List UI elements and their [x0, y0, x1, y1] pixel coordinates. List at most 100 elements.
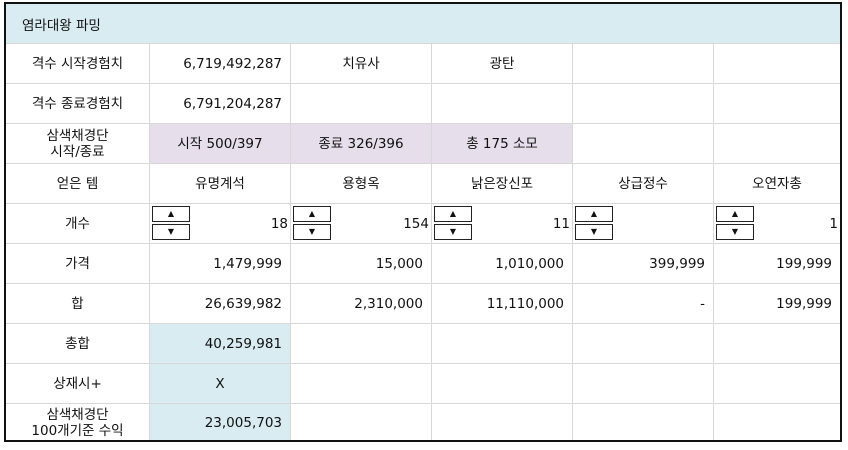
cell-empty[interactable] [573, 44, 714, 83]
label-price: 가격 [6, 244, 150, 283]
triangle-up-icon: ▲ [449, 209, 457, 218]
row-profit: 삼색채경단 100개기준 수익 23,005,703 [6, 404, 840, 440]
cell-empty[interactable] [573, 124, 714, 163]
label-dust-line1: 삼색채경단 [46, 127, 109, 144]
label-end-exp: 격수 종료경험치 [6, 84, 150, 123]
label-profit-line2: 100개기준 수익 [31, 423, 124, 439]
cell-empty[interactable] [291, 404, 432, 440]
row-start-exp: 격수 시작경험치 6,719,492,287 치유사 광탄 [6, 44, 840, 84]
triangle-up-icon: ▲ [308, 209, 316, 218]
price-value[interactable]: 1,479,999 [150, 244, 291, 283]
count-value[interactable]: 11 [553, 204, 570, 243]
spreadsheet: 염라대왕 파밍 격수 시작경험치 6,719,492,287 치유사 광탄 격수… [4, 2, 842, 442]
count-cell: ▲ ▼ 1 [714, 204, 840, 243]
spinner-down-button[interactable]: ▼ [152, 224, 190, 240]
triangle-down-icon: ▼ [590, 227, 598, 236]
cell-empty[interactable] [714, 404, 840, 440]
item-name[interactable]: 유명계석 [150, 164, 291, 203]
sheet-title: 염라대왕 파밍 [22, 17, 101, 34]
triangle-up-icon: ▲ [590, 209, 598, 218]
count-value[interactable]: 1 [829, 204, 838, 243]
triangle-up-icon: ▲ [167, 209, 175, 218]
title-row: 염라대왕 파밍 [6, 4, 840, 44]
item-name[interactable]: 오연자총 [714, 164, 840, 203]
spinner-down-button[interactable]: ▼ [575, 224, 613, 240]
cell-empty[interactable] [714, 124, 840, 163]
cell-empty[interactable] [291, 84, 432, 123]
spinner-up-button[interactable]: ▲ [293, 206, 331, 222]
cell-empty[interactable] [432, 364, 573, 403]
item-name[interactable]: 용형옥 [291, 164, 432, 203]
cell-empty[interactable] [714, 84, 840, 123]
label-items: 얻은 템 [6, 164, 150, 203]
label-count: 개수 [6, 204, 150, 243]
cell-light-bullet[interactable]: 광탄 [432, 44, 573, 83]
count-cell: ▲ ▼ 11 [432, 204, 573, 243]
spinner-down-button[interactable]: ▼ [293, 224, 331, 240]
price-value[interactable]: 1,010,000 [432, 244, 573, 283]
price-value[interactable]: 15,000 [291, 244, 432, 283]
dust-total[interactable]: 총 175 소모 [432, 124, 573, 163]
row-dust: 삼색채경단 시작/종료 시작 500/397 종료 326/396 총 175 … [6, 124, 840, 164]
count-value[interactable]: 18 [271, 204, 288, 243]
item-name[interactable]: 상급정수 [573, 164, 714, 203]
total-value[interactable]: 40,259,981 [150, 324, 291, 363]
spinner-up-button[interactable]: ▲ [152, 206, 190, 222]
cell-empty[interactable] [291, 324, 432, 363]
spinner-down-button[interactable]: ▼ [434, 224, 472, 240]
row-count: 개수 ▲ ▼ 18 ▲ ▼ 154 ▲ ▼ 11 ▲ ▼ ▲ ▼ 1 [6, 204, 840, 244]
label-start-exp: 격수 시작경험치 [6, 44, 150, 83]
triangle-up-icon: ▲ [731, 209, 739, 218]
sum-value[interactable]: - [573, 284, 714, 323]
cell-empty[interactable] [432, 324, 573, 363]
cell-healer[interactable]: 치유사 [291, 44, 432, 83]
label-profit-line1: 삼색채경단 [46, 407, 109, 423]
row-items: 얻은 템 유명계석 용형옥 낡은장신포 상급정수 오연자총 [6, 164, 840, 204]
cell-empty[interactable] [432, 84, 573, 123]
cell-empty[interactable] [714, 364, 840, 403]
profit-value[interactable]: 23,005,703 [150, 404, 291, 440]
value-end-exp[interactable]: 6,791,204,287 [150, 84, 291, 123]
count-cell: ▲ ▼ 18 [150, 204, 291, 243]
dust-start[interactable]: 시작 500/397 [150, 124, 291, 163]
spinner-up-button[interactable]: ▲ [575, 206, 613, 222]
label-profit: 삼색채경단 100개기준 수익 [6, 404, 150, 440]
row-sell: 상재시+ X [6, 364, 840, 404]
spinner-down-button[interactable]: ▼ [716, 224, 754, 240]
label-sell: 상재시+ [6, 364, 150, 403]
cell-empty[interactable] [714, 324, 840, 363]
item-name[interactable]: 낡은장신포 [432, 164, 573, 203]
count-cell: ▲ ▼ [573, 204, 714, 243]
spinner-up-button[interactable]: ▲ [434, 206, 472, 222]
label-total: 총합 [6, 324, 150, 363]
row-sum: 합 26,639,982 2,310,000 11,110,000 - 199,… [6, 284, 840, 324]
dust-end[interactable]: 종료 326/396 [291, 124, 432, 163]
label-sum: 합 [6, 284, 150, 323]
sum-value[interactable]: 199,999 [714, 284, 840, 323]
cell-empty[interactable] [573, 404, 714, 440]
count-value[interactable]: 154 [403, 204, 429, 243]
sum-value[interactable]: 11,110,000 [432, 284, 573, 323]
cell-empty[interactable] [573, 364, 714, 403]
cell-empty[interactable] [291, 364, 432, 403]
triangle-down-icon: ▼ [308, 227, 316, 236]
spinner-up-button[interactable]: ▲ [716, 206, 754, 222]
triangle-down-icon: ▼ [731, 227, 739, 236]
sell-value[interactable]: X [150, 364, 291, 403]
price-value[interactable]: 199,999 [714, 244, 840, 283]
price-value[interactable]: 399,999 [573, 244, 714, 283]
row-price: 가격 1,479,999 15,000 1,010,000 399,999 19… [6, 244, 840, 284]
cell-empty[interactable] [573, 84, 714, 123]
triangle-down-icon: ▼ [167, 227, 175, 236]
sum-value[interactable]: 26,639,982 [150, 284, 291, 323]
cell-empty[interactable] [714, 44, 840, 83]
row-end-exp: 격수 종료경험치 6,791,204,287 [6, 84, 840, 124]
value-start-exp[interactable]: 6,719,492,287 [150, 44, 291, 83]
sum-value[interactable]: 2,310,000 [291, 284, 432, 323]
label-dust-line2: 시작/종료 [50, 143, 105, 160]
triangle-down-icon: ▼ [449, 227, 457, 236]
row-total: 총합 40,259,981 [6, 324, 840, 364]
cell-empty[interactable] [432, 404, 573, 440]
label-dust: 삼색채경단 시작/종료 [6, 124, 150, 163]
cell-empty[interactable] [573, 324, 714, 363]
